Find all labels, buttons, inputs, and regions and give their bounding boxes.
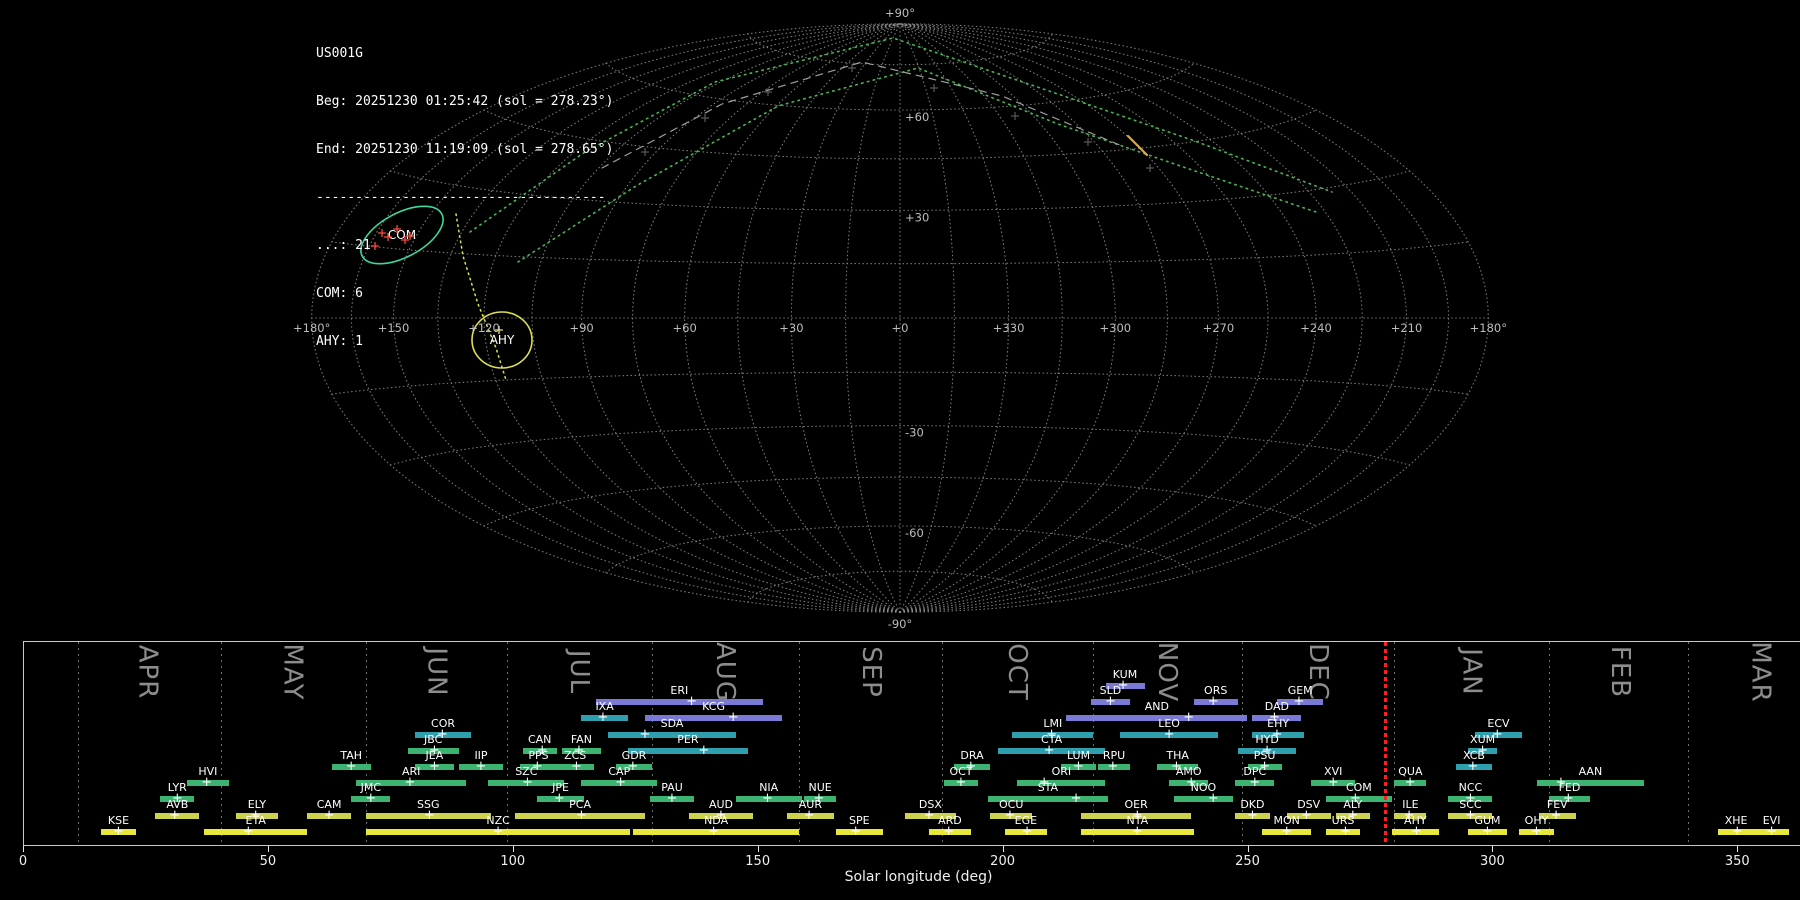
x-tick bbox=[1737, 846, 1739, 852]
x-tick bbox=[23, 846, 24, 852]
peak-marker: + bbox=[1183, 710, 1195, 726]
peak-marker: + bbox=[345, 759, 357, 775]
peak-marker: + bbox=[727, 710, 739, 726]
x-tick bbox=[1247, 846, 1249, 852]
peak-marker: + bbox=[1300, 807, 1312, 823]
peak-marker: + bbox=[424, 807, 435, 823]
shower-label: SDA bbox=[660, 716, 684, 730]
month-gridline bbox=[220, 642, 222, 845]
x-tick-label: 0 bbox=[18, 854, 28, 869]
x-tick-label: 300 bbox=[1479, 854, 1505, 869]
shower-label: AAN bbox=[1578, 765, 1603, 779]
x-tick-label: 150 bbox=[745, 854, 771, 869]
x-tick bbox=[1492, 846, 1494, 852]
peak-marker: + bbox=[698, 743, 710, 759]
peak-marker: + bbox=[323, 807, 335, 823]
shower-bar bbox=[1174, 796, 1233, 803]
meteor-radiant-screen: COM AHY +180° +150 +120 +90 +60 +30 +0 +330 +300 +2… bbox=[0, 0, 1800, 900]
shower-bar bbox=[1536, 780, 1645, 787]
month-gridline bbox=[651, 642, 653, 845]
peak-marker: + bbox=[365, 791, 377, 807]
x-tick bbox=[1002, 846, 1004, 852]
shower-bar bbox=[596, 699, 763, 706]
peak-marker: + bbox=[1073, 759, 1084, 775]
x-tick-label: 200 bbox=[990, 854, 1016, 869]
x-tick bbox=[512, 846, 514, 852]
peak-marker: + bbox=[571, 759, 582, 775]
peak-marker: + bbox=[1246, 807, 1258, 823]
peak-marker: + bbox=[575, 807, 587, 823]
shower-label: PER bbox=[677, 732, 699, 746]
peak-marker: + bbox=[1281, 824, 1293, 840]
peak-marker: + bbox=[923, 807, 935, 823]
shower-label: STA bbox=[1037, 781, 1059, 795]
peak-marker: + bbox=[708, 824, 720, 840]
peak-marker: + bbox=[1131, 824, 1143, 840]
peak-marker: + bbox=[553, 791, 565, 807]
peak-marker: + bbox=[1249, 775, 1261, 791]
month-gridline bbox=[77, 642, 79, 845]
x-tick bbox=[267, 846, 269, 852]
peak-marker: + bbox=[404, 775, 416, 791]
x-tick-label: 350 bbox=[1724, 854, 1750, 869]
x-tick bbox=[757, 846, 759, 852]
peak-marker: + bbox=[492, 824, 504, 840]
peak-marker: + bbox=[1550, 807, 1562, 823]
shower-label: KCG bbox=[702, 700, 726, 714]
peak-marker: + bbox=[1207, 694, 1219, 710]
peak-marker: + bbox=[955, 775, 967, 791]
peak-marker: + bbox=[242, 824, 254, 840]
peak-marker: + bbox=[1766, 824, 1778, 840]
peak-marker: + bbox=[803, 807, 815, 823]
peak-marker: + bbox=[1043, 743, 1055, 759]
peak-marker: + bbox=[1070, 791, 1082, 807]
peak-marker: + bbox=[522, 775, 533, 791]
peak-marker: + bbox=[113, 824, 124, 840]
peak-marker: + bbox=[1411, 824, 1422, 840]
peak-marker: + bbox=[1327, 775, 1339, 791]
peak-marker: + bbox=[762, 791, 773, 807]
peak-marker: + bbox=[1731, 824, 1743, 840]
x-tick-label: 50 bbox=[259, 854, 277, 869]
peak-marker: + bbox=[1531, 824, 1542, 840]
shower-bar bbox=[1017, 780, 1106, 787]
peak-marker: + bbox=[850, 824, 862, 840]
peak-marker: + bbox=[597, 710, 609, 726]
peak-marker: + bbox=[1482, 824, 1493, 840]
peak-marker: + bbox=[1404, 775, 1416, 791]
shower-bar bbox=[1066, 715, 1248, 722]
peak-marker: + bbox=[615, 775, 627, 791]
peak-marker: + bbox=[1340, 824, 1351, 840]
peak-marker: + bbox=[1467, 759, 1479, 775]
peak-marker: + bbox=[1163, 726, 1175, 742]
month-gridline bbox=[1687, 642, 1689, 845]
activity-timeline: Solar longitude (deg) APR MAY JUN JUL AUG SEP… bbox=[0, 0, 1800, 900]
x-axis-title: Solar longitude (deg) bbox=[844, 869, 993, 885]
peak-marker: + bbox=[475, 759, 487, 775]
peak-marker: + bbox=[943, 824, 955, 840]
shower-bar bbox=[608, 731, 736, 738]
shower-bar bbox=[204, 828, 308, 835]
peak-marker: + bbox=[1207, 791, 1219, 807]
shower-label: ORI bbox=[1051, 765, 1072, 779]
peak-marker: + bbox=[201, 775, 213, 791]
peak-marker: + bbox=[1107, 759, 1119, 775]
peak-marker: + bbox=[1104, 694, 1116, 710]
peak-marker: + bbox=[666, 791, 678, 807]
x-tick-label: 100 bbox=[500, 854, 526, 869]
peak-marker: + bbox=[1293, 694, 1305, 710]
shower-label: AND bbox=[1144, 700, 1170, 714]
peak-marker: + bbox=[639, 726, 651, 742]
peak-marker: + bbox=[686, 694, 698, 710]
peak-marker: + bbox=[169, 807, 181, 823]
x-tick-label: 250 bbox=[1235, 854, 1260, 869]
peak-marker: + bbox=[1021, 824, 1033, 840]
peak-marker: + bbox=[428, 759, 440, 775]
current-sol-line bbox=[1384, 642, 1388, 845]
